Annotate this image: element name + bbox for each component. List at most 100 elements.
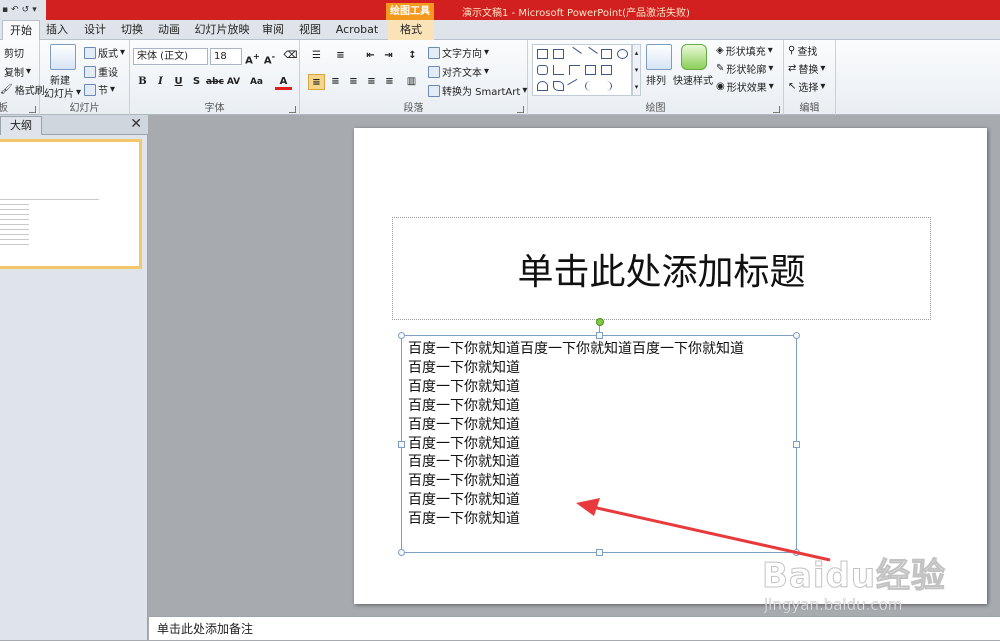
elbow-connector-shape-icon[interactable] [553,65,564,75]
block-arrow-down-shape-icon[interactable] [601,65,612,75]
shape-fill-button[interactable]: ◈ 形状填充 ▾ [716,43,773,58]
text-direction-label: 文字方向 [442,49,482,60]
replace-button[interactable]: ⇄ 替换 ▾ [788,61,825,76]
tab-home[interactable]: 开始 [2,20,40,41]
drawing-launcher[interactable] [773,106,780,113]
thumbnail-text-line [0,214,29,215]
arrow-line-shape-icon[interactable] [583,46,598,62]
shrink-font-icon[interactable]: A- [261,48,278,66]
distribute-icon[interactable]: ≡ [381,74,398,90]
title-placeholder[interactable]: 单击此处添加标题 [392,217,931,320]
rotate-handle[interactable] [596,318,604,326]
paragraph-launcher[interactable] [517,106,524,113]
section-button[interactable]: 节 ▾ [84,82,115,97]
shape-outline-label: 形状轮廓 [726,65,767,76]
clear-format-icon[interactable]: ⌫ [282,48,299,64]
save-icon[interactable]: ▪ [2,5,8,15]
resize-handle-top[interactable] [596,332,603,339]
align-left-icon[interactable]: ≡ [308,74,325,90]
quick-styles-icon[interactable] [681,44,707,70]
outline-tab[interactable]: 大纲 [0,116,42,135]
clipboard-launcher[interactable] [29,106,36,113]
numbering-icon[interactable]: ≡ [332,48,349,64]
tab-view[interactable]: 视图 [295,20,325,40]
bullets-icon[interactable]: ☰ [308,48,325,64]
cut-button[interactable]: 剪切 [4,45,24,60]
tab-slideshow[interactable]: 幻灯片放映 [192,20,252,40]
columns-icon[interactable]: ▥ [403,74,420,90]
convert-smartart-button[interactable]: 转换为 SmartArt ▾ [428,83,527,98]
vertical-textbox-shape-icon[interactable] [553,49,564,59]
connector-shape-icon[interactable] [569,65,580,75]
select-button[interactable]: ↖ 选择 ▾ [788,79,825,94]
arrange-button[interactable]: 排列 [646,72,666,87]
tab-acrobat[interactable]: Acrobat [332,20,382,40]
change-case-icon[interactable]: Aa [248,74,265,90]
decrease-indent-icon[interactable]: ⇤ [362,48,379,64]
new-slide-icon[interactable] [50,44,76,70]
font-name-combo[interactable]: 宋体 (正文) [133,48,208,65]
quick-styles-button[interactable]: 快速样式 [673,72,713,87]
reset-button[interactable]: 重设 [84,64,118,79]
freeform-shape-icon[interactable] [553,81,564,91]
align-right-icon[interactable]: ≡ [345,74,362,90]
undo-icon[interactable]: ↶ [11,5,19,15]
new-slide-button-line2[interactable]: 幻灯片 ▾ [44,85,81,100]
justify-icon[interactable]: ≡ [363,74,380,90]
find-button[interactable]: ⚲ 查找 [788,43,817,58]
drawing-group: ▴ ▾ ▾ 排列 快速样式 ◈ 形状填充 ▾ ✎ 形状轮廓 ▾ ◉ 形状效果 ▾ 绘图 [528,40,784,115]
shadow-icon[interactable]: S [188,74,205,90]
shapes-gallery[interactable] [532,44,632,96]
italic-icon[interactable]: I [152,74,169,90]
font-size-combo[interactable]: 18 [210,48,242,65]
increase-indent-icon[interactable]: ⇥ [380,48,397,64]
brace-left-shape-icon[interactable] [585,81,596,91]
redo-icon[interactable]: ↺ [22,5,30,15]
tab-transitions[interactable]: 切换 [117,20,147,40]
slide-thumbnail[interactable] [0,139,142,269]
resize-handle-top-left[interactable] [398,332,405,339]
strikethrough-icon[interactable]: abc [206,74,224,90]
curve-shape-icon[interactable] [567,78,582,94]
tab-insert[interactable]: 插入 [42,20,72,40]
textbox-shape-icon[interactable] [537,49,548,59]
char-spacing-icon[interactable]: AV [225,74,242,90]
text-direction-button[interactable]: 文字方向 ▾ [428,45,489,60]
font-launcher[interactable] [289,106,296,113]
rounded-rect-shape-icon[interactable] [537,65,548,75]
tab-design[interactable]: 设计 [80,20,110,40]
gallery-scroll[interactable]: ▴ ▾ ▾ [632,44,641,96]
bold-icon[interactable]: B [134,74,151,90]
resize-handle-bottom-left[interactable] [398,549,405,556]
close-icon[interactable]: ✕ [130,116,142,132]
tab-animations[interactable]: 动画 [154,20,184,40]
brace-right-shape-icon[interactable] [601,81,612,91]
font-color-icon[interactable]: A [275,74,292,90]
shape-outline-button[interactable]: ✎ 形状轮廓 ▾ [716,61,773,76]
align-text-button[interactable]: 对齐文本 ▾ [428,64,489,79]
tab-format[interactable]: 格式 [388,20,434,40]
binoculars-icon: ⚲ [788,45,796,56]
quick-access-toolbar[interactable]: ▪ ↶ ↺ ▾ [0,0,46,20]
rectangle-shape-icon[interactable] [601,49,612,59]
block-arrow-right-shape-icon[interactable] [585,65,596,75]
underline-icon[interactable]: U [170,74,187,90]
resize-handle-left[interactable] [398,441,405,448]
shape-effects-button[interactable]: ◉ 形状效果 ▾ [716,79,774,94]
layout-button[interactable]: 版式 ▾ [84,45,125,60]
align-center-icon[interactable]: ≡ [327,74,344,90]
resize-handle-right[interactable] [793,441,800,448]
format-painter-button[interactable]: 🖌 格式刷 [0,82,45,97]
line-shape-icon[interactable] [567,46,582,62]
arrange-icon[interactable] [646,44,672,70]
align-text-label: 对齐文本 [442,68,482,79]
line-spacing-icon[interactable]: ↕ [404,48,421,64]
dropdown-icon: ▾ [110,84,116,95]
resize-handle-top-right[interactable] [793,332,800,339]
oval-shape-icon[interactable] [617,49,628,59]
triangle-shape-icon[interactable] [537,81,548,91]
qat-menu-icon[interactable]: ▾ [32,5,37,15]
copy-button[interactable]: 复制 ▾ [4,64,31,79]
grow-font-icon[interactable]: A+ [244,48,261,66]
tab-review[interactable]: 审阅 [258,20,288,40]
